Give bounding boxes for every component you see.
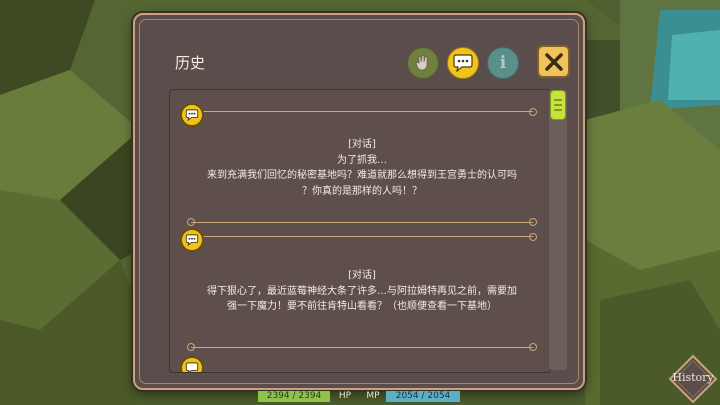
history-button[interactable]: History: [668, 354, 718, 404]
entry-line: 得下狠心了，最近蓝莓神经大条了许多…与阿拉姆特再见之前，需要加: [207, 285, 517, 297]
history-list[interactable]: [对话] 为了抓我… 来到充满我们回忆的秘密基地吗？难道就那么想得到王宫勇士的认…: [169, 89, 551, 373]
speech-bubble-icon: [453, 54, 473, 72]
entry-tag: [对话]: [348, 139, 376, 150]
scrollbar-thumb[interactable]: [550, 90, 566, 120]
entry-type-badge: [180, 228, 204, 252]
history-entry: [对话] 为了抓我… 来到充满我们回忆的秘密基地吗？难道就那么想得到王宫勇士的认…: [187, 108, 537, 226]
frame-ornament: [529, 343, 537, 351]
hp-label: HP: [338, 391, 352, 401]
entry-type-badge: [180, 103, 204, 127]
speech-bubble-icon: [185, 234, 199, 246]
window-title: 历史: [175, 54, 206, 72]
frame-ornament: [187, 343, 195, 351]
hp-value: 2394 / 2394: [258, 391, 330, 402]
entry-text: [对话] 得下狠心了，最近蓝莓神经大条了许多…与阿拉姆特再见之前，需要加 强一下…: [191, 268, 533, 315]
speech-bubble-icon: [185, 109, 199, 121]
info-icon: i: [499, 53, 507, 73]
entry-text: [对话] 为了抓我… 来到充满我们回忆的秘密基地吗？难道就那么想得到王宫勇士的认…: [191, 137, 533, 199]
entry-tag: [对话]: [348, 270, 376, 281]
mp-label: MP: [366, 391, 380, 401]
entry-line: 强一下魔力！要不前往肯特山看看？（也顺便查看一下基地）: [227, 301, 497, 312]
frame-ornament: [529, 108, 537, 116]
entry-line: ？你真的是那样的人吗！？: [302, 185, 422, 197]
entry-type-badge: [180, 356, 204, 372]
scrollbar-track[interactable]: [549, 90, 567, 370]
close-icon: [544, 52, 563, 71]
entry-line: 来到充满我们回忆的秘密基地吗？难道就那么想得到王宫勇士的认可吗: [207, 170, 517, 181]
frame-ornament: [529, 218, 537, 226]
mp-value: 2054 / 2054: [386, 391, 460, 402]
filter-action-button[interactable]: [407, 47, 439, 79]
history-button-label: History: [672, 371, 714, 384]
frame-ornament: [187, 218, 195, 226]
frame-ornament: [529, 233, 537, 241]
filter-dialogue-button[interactable]: [447, 47, 479, 79]
close-button[interactable]: [537, 45, 570, 78]
hand-icon: [415, 55, 428, 71]
entry-line: 为了抓我…: [337, 154, 387, 166]
speech-bubble-icon: [185, 362, 199, 372]
history-entry: [对话] 得下狠心了，最近蓝莓神经大条了许多…与阿拉姆特再见之前，需要加 强一下…: [187, 233, 537, 351]
history-window: 历史 i [对话] 为了抓我… 来到充满我们回忆的秘密基地吗？难道就那么想得到王…: [133, 13, 585, 390]
filter-info-button[interactable]: i: [487, 47, 519, 79]
